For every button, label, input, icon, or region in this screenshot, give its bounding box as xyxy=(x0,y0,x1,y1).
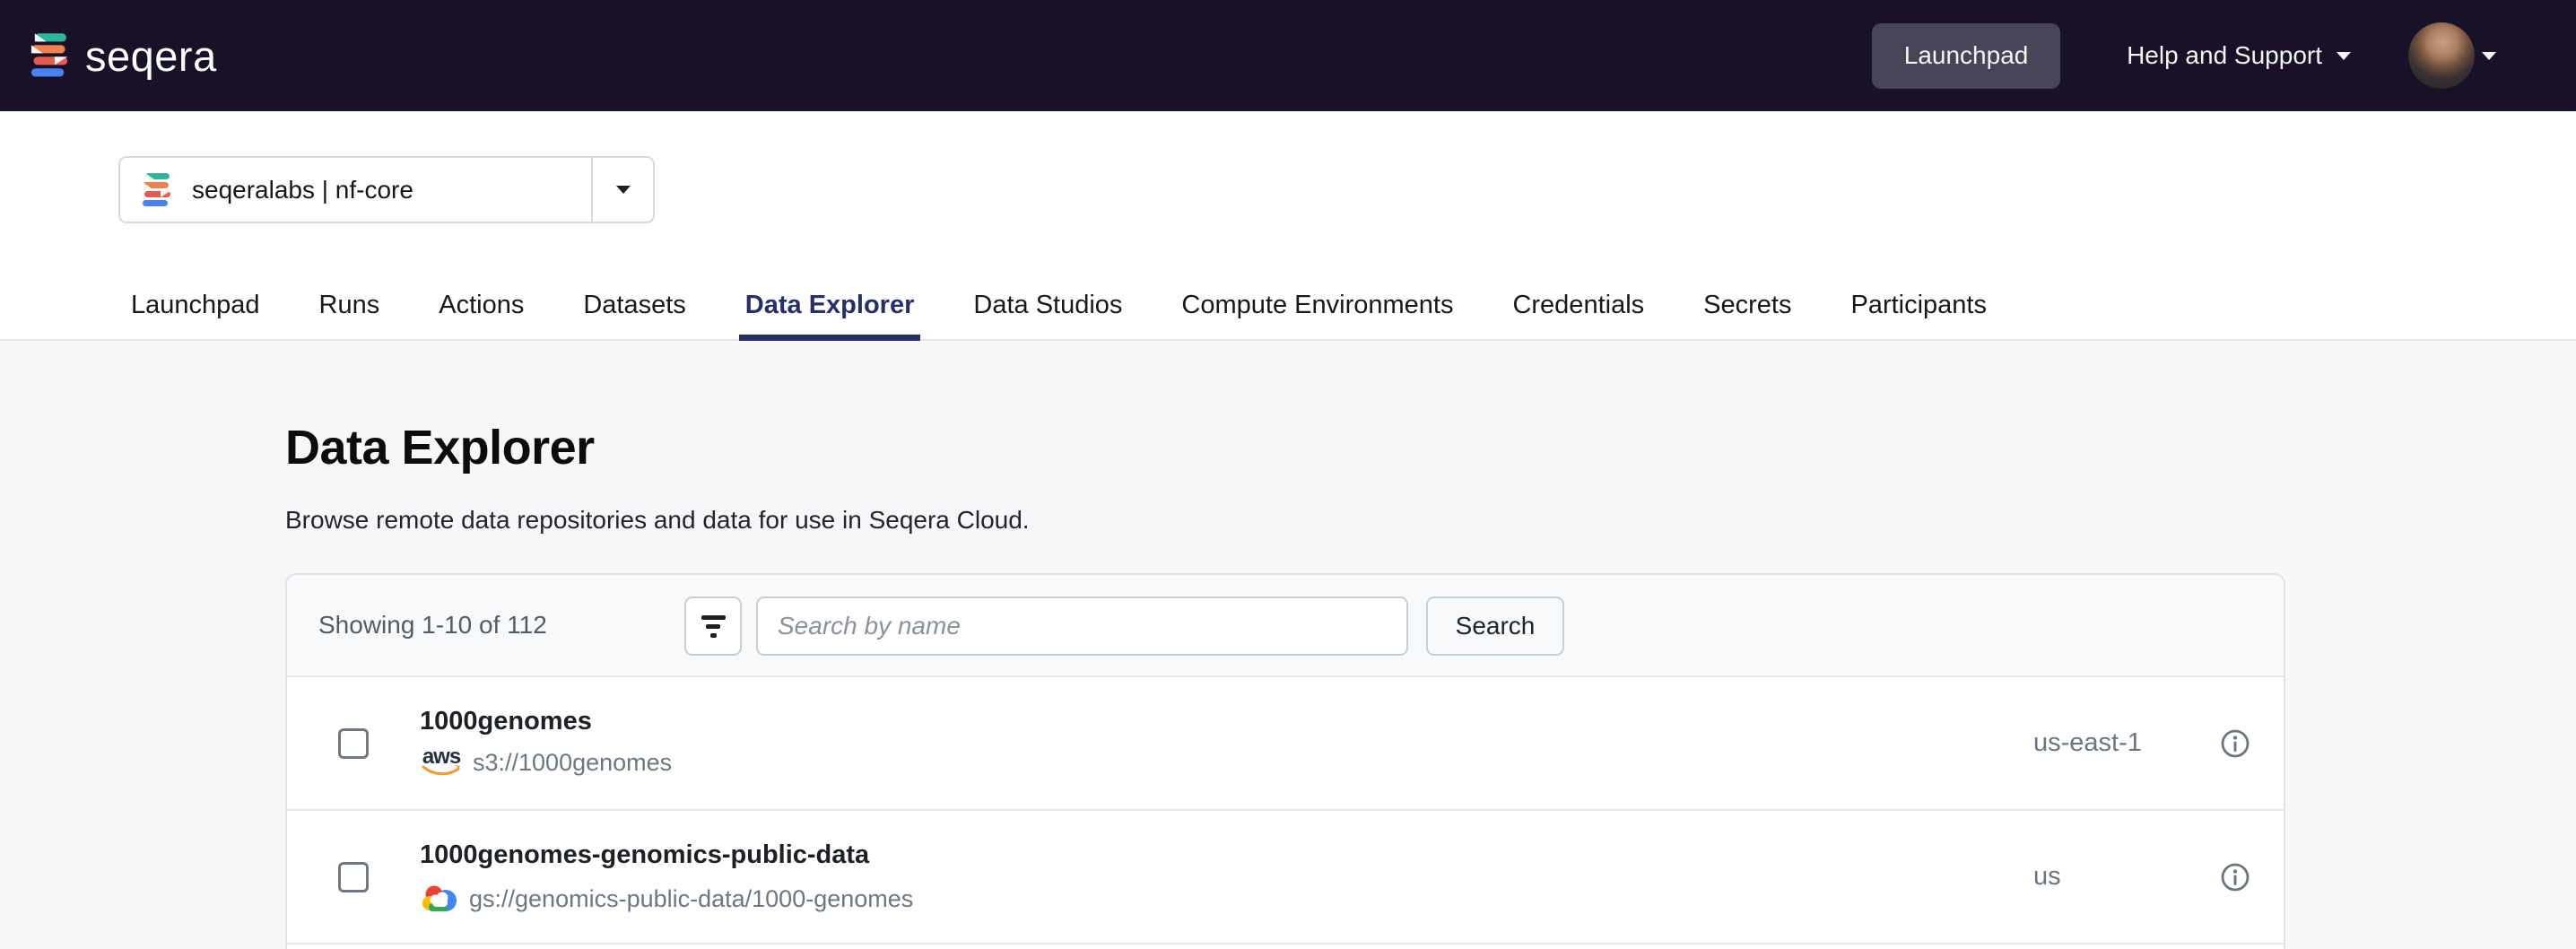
top-navbar: seqera Launchpad Help and Support xyxy=(0,0,2576,111)
bucket-uri: gs://genomics-public-data/1000-genomes xyxy=(469,885,913,913)
tab-datasets[interactable]: Datasets xyxy=(577,291,692,341)
tab-runs[interactable]: Runs xyxy=(313,291,387,341)
results-summary: Showing 1-10 of 112 xyxy=(318,575,547,675)
table-row: 1000genomes-genomics-public-data gs://ge… xyxy=(287,811,2284,945)
page-subtitle: Browse remote data repositories and data… xyxy=(285,506,1030,535)
next-row-partial xyxy=(287,945,2284,949)
user-menu[interactable] xyxy=(2408,22,2496,89)
data-explorer-card: Showing 1-10 of 112 Search 1000genomes a… xyxy=(285,573,2285,949)
page: seqera Launchpad Help and Support xyxy=(0,0,2576,949)
avatar[interactable] xyxy=(2408,22,2475,89)
seqera-logo-icon xyxy=(30,32,73,79)
search-input[interactable] xyxy=(756,596,1408,656)
bucket-region: us xyxy=(2033,811,2061,943)
workspace-selector-value: seqeralabs | nf-core xyxy=(192,176,413,205)
info-icon[interactable] xyxy=(2220,728,2250,759)
page-title: Data Explorer xyxy=(285,420,595,475)
bucket-uri: s3://1000genomes xyxy=(473,749,672,777)
table-row: 1000genomes aws s3://1000genomes us-east… xyxy=(287,677,2284,811)
tab-secrets[interactable]: Secrets xyxy=(1697,291,1797,341)
seqera-brand[interactable]: seqera xyxy=(30,31,217,81)
launchpad-button[interactable]: Launchpad xyxy=(1872,23,2060,89)
google-cloud-icon xyxy=(420,882,459,916)
workspace-tabs: Launchpad Runs Actions Datasets Data Exp… xyxy=(125,291,1993,341)
filter-button[interactable] xyxy=(684,596,742,656)
help-and-support-label: Help and Support xyxy=(2127,41,2322,70)
row-checkbox[interactable] xyxy=(338,728,369,759)
tab-participants[interactable]: Participants xyxy=(1844,291,1993,341)
workspace-header: seqeralabs | nf-core Launchpad Runs Acti… xyxy=(0,111,2576,341)
row-checkbox[interactable] xyxy=(338,862,369,892)
workspace-selector[interactable]: seqeralabs | nf-core xyxy=(118,156,655,223)
main-content: Data Explorer Browse remote data reposit… xyxy=(0,341,2576,949)
aws-icon: aws xyxy=(420,748,463,777)
bucket-name[interactable]: 1000genomes xyxy=(420,707,672,736)
chevron-down-icon xyxy=(616,186,631,194)
seqera-mark-icon xyxy=(142,172,174,208)
search-button[interactable]: Search xyxy=(1426,596,1564,656)
bucket-name[interactable]: 1000genomes-genomics-public-data xyxy=(420,840,913,870)
bucket-region: us-east-1 xyxy=(2033,677,2142,809)
tab-credentials[interactable]: Credentials xyxy=(1506,291,1650,341)
chevron-down-icon xyxy=(2482,52,2496,60)
help-and-support-menu[interactable]: Help and Support xyxy=(2127,41,2351,70)
workspace-dropdown-toggle[interactable] xyxy=(593,158,653,222)
chevron-down-icon xyxy=(2337,52,2351,60)
brand-wordmark: seqera xyxy=(85,31,217,81)
tab-data-explorer[interactable]: Data Explorer xyxy=(739,291,921,341)
tab-actions[interactable]: Actions xyxy=(432,291,530,341)
tab-compute-environments[interactable]: Compute Environments xyxy=(1175,291,1459,341)
tab-data-studios[interactable]: Data Studios xyxy=(967,291,1128,341)
filter-icon xyxy=(701,615,726,620)
tab-launchpad[interactable]: Launchpad xyxy=(125,291,266,341)
table-toolbar: Showing 1-10 of 112 Search xyxy=(287,575,2284,677)
info-icon[interactable] xyxy=(2220,862,2250,892)
